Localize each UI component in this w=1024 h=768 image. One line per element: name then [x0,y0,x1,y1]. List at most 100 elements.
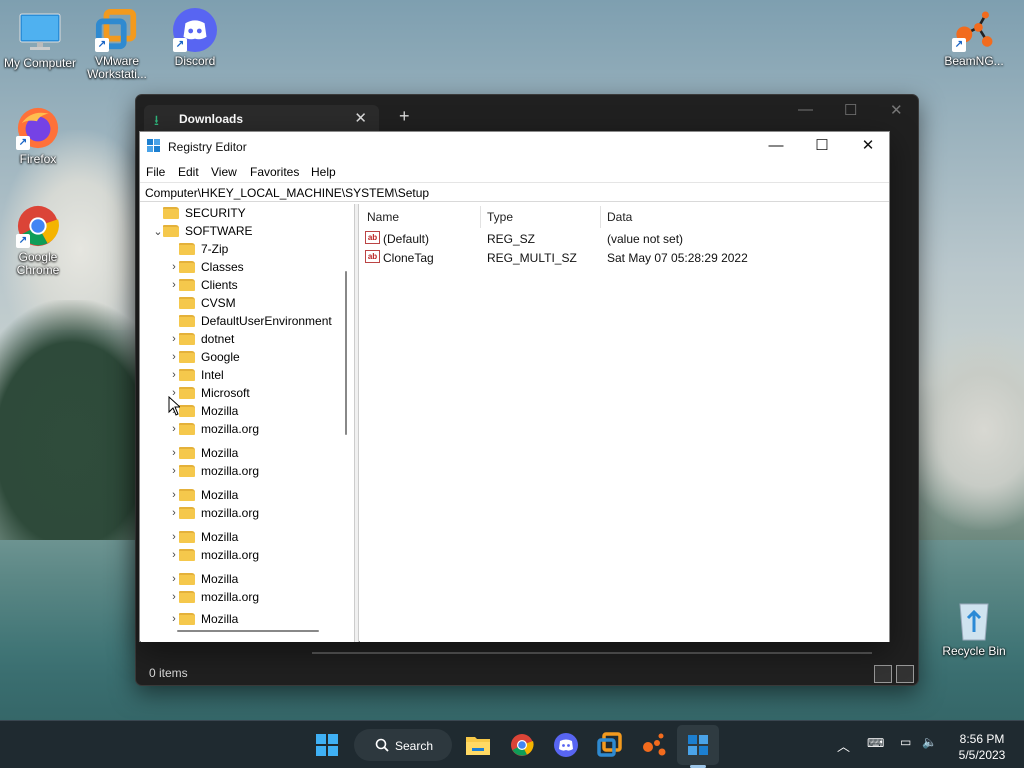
desktop-icon-recycle-bin[interactable]: Recycle Bin [934,598,1014,658]
column-header-data[interactable]: Data [607,210,632,224]
menu-help[interactable]: Help [311,165,336,179]
maximize-button[interactable]: ☐ [802,135,842,157]
close-tab-icon[interactable]: ✕ [354,109,367,127]
taskbar-beamng[interactable] [640,731,668,759]
chevron-right-icon[interactable]: › [169,261,179,273]
keyboard-icon[interactable]: ⌨ [867,736,884,750]
system-clock[interactable]: 8:56 PM 5/5/2023 [950,731,1014,763]
value-type: REG_SZ [487,232,536,246]
tree-item[interactable]: › Clients [169,276,238,294]
tree-item[interactable]: › Mozilla [169,444,238,462]
chevron-right-icon[interactable]: › [169,465,179,477]
horizontal-scrollbar[interactable] [312,652,872,654]
start-button[interactable] [313,731,341,759]
tree-vertical-scrollbar[interactable] [345,271,347,435]
taskbar-discord[interactable] [552,731,580,759]
tree-item[interactable]: CVSM [169,294,236,312]
new-tab-button[interactable]: + [399,106,410,127]
menu-edit[interactable]: Edit [178,165,199,179]
tree-item[interactable]: › mozilla.org [169,420,259,438]
chevron-right-icon[interactable]: › [169,369,179,381]
details-view-button[interactable] [874,665,892,683]
chevron-up-icon[interactable]: ︿ [837,736,850,755]
tree-item-label: CVSM [201,296,236,310]
tree-item[interactable]: › Intel [169,366,224,384]
tree-item[interactable]: › mozilla.org [169,504,259,522]
chevron-right-icon[interactable]: › [169,447,179,459]
tree-item[interactable]: › mozilla.org [169,588,259,606]
tree-item[interactable]: › Microsoft [169,384,250,402]
tree-item[interactable]: SECURITY [153,204,246,222]
tree-item[interactable]: › Classes [169,258,244,276]
close-button[interactable]: ✕ [890,101,903,119]
desktop-icon-firefox[interactable]: ↗ Firefox [0,106,78,166]
column-header-type[interactable]: Type [487,210,513,224]
maximize-button[interactable]: ☐ [844,101,857,119]
value-name: CloneTag [383,251,434,265]
chevron-right-icon[interactable]: › [169,573,179,585]
tree-item[interactable]: 7-Zip [169,240,228,258]
chevron-right-icon[interactable]: › [169,549,179,561]
menu-view[interactable]: View [211,165,237,179]
tab-downloads[interactable]: ⭳ Downloads ✕ [144,105,379,133]
tree-item[interactable]: › Mozilla [169,486,238,504]
chevron-right-icon[interactable]: › [169,591,179,603]
registry-editor-window[interactable]: Registry Editor — ☐ ✕ File Edit View Fav… [139,131,890,642]
taskbar-search[interactable]: Search [354,729,452,761]
chevron-right-icon[interactable]: › [169,507,179,519]
desktop-icon-label: Recycle Bin [942,644,1006,658]
menu-favorites[interactable]: Favorites [250,165,299,179]
tree-item[interactable]: ⌄ SOFTWARE [153,222,252,240]
tree-item[interactable]: › Mozilla [169,570,238,588]
chevron-right-icon[interactable]: › [169,351,179,363]
tree-item[interactable]: › mozilla.org [169,462,259,480]
tree-item[interactable]: › Google [169,348,240,366]
address-bar[interactable]: Computer\HKEY_LOCAL_MACHINE\SYSTEM\Setup [140,182,889,202]
tree-item[interactable]: › mozilla.org [169,546,259,564]
taskbar-vmware[interactable] [596,731,624,759]
tree-item[interactable]: › dotnet [169,330,234,348]
value-type: REG_MULTI_SZ [487,251,577,265]
network-icon[interactable]: ▭ [900,735,911,749]
desktop-icon-chrome[interactable]: ↗ Google Chrome [0,204,78,277]
folder-icon [179,573,195,585]
chevron-down-icon[interactable]: ⌄ [153,225,163,238]
discord-icon [554,733,578,757]
taskbar-registry-editor[interactable] [684,731,712,759]
windows-icon [316,734,338,756]
registry-tree[interactable]: SECURITY ⌄ SOFTWARE 7-Zip › Classes › Clien… [141,204,355,642]
tree-item-label: Google [201,350,240,364]
tree-item-label: Microsoft [201,386,250,400]
close-button[interactable]: ✕ [848,135,888,157]
chevron-right-icon[interactable]: › [169,613,179,625]
chevron-right-icon[interactable]: › [169,531,179,543]
desktop-icon-vmware[interactable]: ↗ VMware Workstati... [77,8,157,81]
pane-splitter[interactable] [355,204,359,642]
volume-icon[interactable]: 🔈 [922,735,937,749]
tree-item[interactable]: › Mozilla [169,528,238,546]
tree-item[interactable]: › Mozilla [169,610,238,628]
desktop-icon-my-computer[interactable]: My Computer [0,10,80,70]
chevron-right-icon[interactable]: › [169,423,179,435]
tree-item-label: mozilla.org [201,506,260,520]
taskbar-chrome[interactable] [508,731,536,759]
column-divider[interactable] [480,206,481,228]
values-list[interactable]: Name Type Data ab (Default) REG_SZ (valu… [360,204,889,642]
chevron-right-icon[interactable]: › [169,489,179,501]
desktop-icon-discord[interactable]: ↗ Discord [155,8,235,68]
desktop-icon-beamng[interactable]: ↗ BeamNG... [934,8,1014,68]
chevron-right-icon[interactable]: › [169,333,179,345]
minimize-button[interactable]: — [756,135,796,157]
menu-file[interactable]: File [146,165,165,179]
title-bar[interactable]: Registry Editor — ☐ ✕ [140,132,889,160]
column-header-name[interactable]: Name [367,210,399,224]
chevron-right-icon[interactable]: › [169,279,179,291]
tree-horizontal-scrollbar[interactable] [177,630,319,632]
tree-item[interactable]: DefaultUserEnvironment [169,312,332,330]
column-divider[interactable] [600,206,601,228]
tree-item-label: mozilla.org [201,548,260,562]
tiles-view-button[interactable] [896,665,914,683]
minimize-button[interactable]: — [798,101,813,118]
folder-icon [179,405,195,417]
taskbar-file-explorer[interactable] [464,731,492,759]
